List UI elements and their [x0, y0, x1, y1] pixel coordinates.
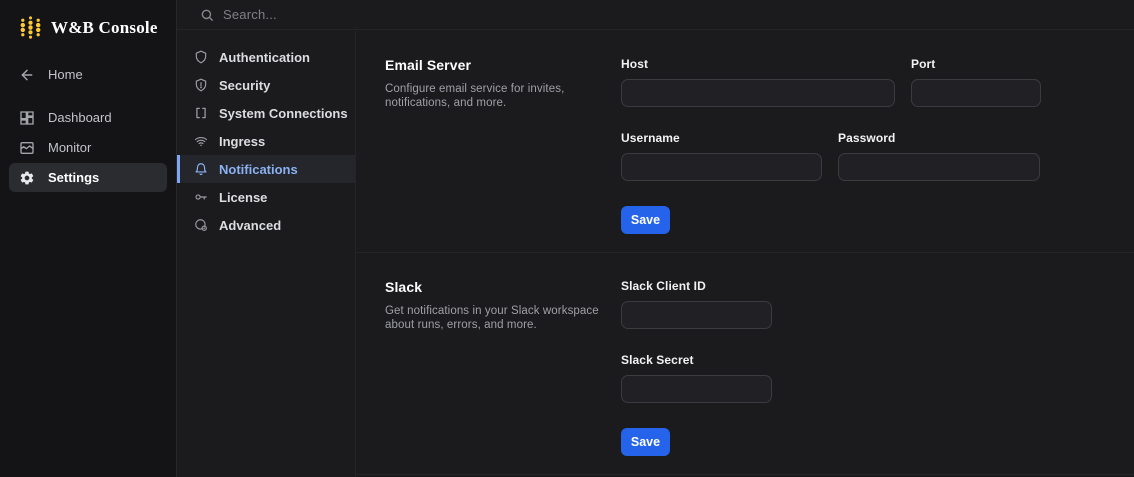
- arrow-left-icon: [18, 66, 35, 83]
- port-label: Port: [911, 57, 936, 71]
- section-title: Slack: [385, 279, 423, 295]
- host-input[interactable]: [621, 79, 895, 107]
- slack-section: Slack Get notifications in your Slack wo…: [357, 253, 1134, 475]
- main-content: Email Server Configure email service for…: [357, 31, 1134, 477]
- password-input[interactable]: [838, 153, 1040, 181]
- nav-item-label: Home: [48, 67, 83, 82]
- top-search-bar[interactable]: Search...: [177, 0, 1134, 30]
- dashboard-icon: [18, 109, 35, 126]
- email-server-info: Email Server Configure email service for…: [385, 57, 609, 110]
- bell-icon: [193, 162, 208, 177]
- nav-item-dashboard[interactable]: Dashboard: [9, 103, 167, 132]
- slack-client-id-input[interactable]: [621, 301, 772, 329]
- nav-item-label: Monitor: [48, 140, 92, 155]
- settings-nav-label: License: [219, 189, 268, 205]
- shield-icon: [193, 50, 208, 65]
- brand-title: W&B Console: [51, 17, 158, 37]
- slack-client-id-label: Slack Client ID: [621, 279, 706, 293]
- slack-secret-input[interactable]: [621, 375, 772, 403]
- section-description: Configure email service for invites, not…: [385, 83, 565, 110]
- nav-item-label: Settings: [48, 170, 100, 185]
- gear-icon: [18, 169, 35, 186]
- key-icon: [193, 190, 208, 205]
- host-label: Host: [621, 57, 649, 71]
- settings-nav-label: Advanced: [219, 217, 282, 233]
- nav-item-home[interactable]: Home: [9, 60, 167, 89]
- settings-nav-item-notifications[interactable]: Notifications: [177, 155, 355, 183]
- primary-nav: Home Dashboard Monitor Settings: [0, 60, 176, 192]
- settings-nav-label: Authentication: [219, 49, 310, 65]
- search-placeholder: Search...: [223, 7, 277, 22]
- section-description: Get notifications in your Slack workspac…: [385, 305, 599, 332]
- wandb-logo-icon: [18, 15, 43, 40]
- settings-nav-item-security[interactable]: Security: [177, 71, 355, 99]
- username-input[interactable]: [621, 153, 822, 181]
- email-server-save-button[interactable]: Save: [621, 206, 670, 234]
- search-icon: [200, 8, 214, 22]
- settings-nav-item-ingress[interactable]: Ingress: [177, 127, 355, 155]
- port-input[interactable]: [911, 79, 1041, 107]
- settings-nav: Authentication Security System Connectio…: [177, 31, 356, 477]
- settings-nav-label: Security: [219, 77, 271, 93]
- username-label: Username: [621, 131, 680, 145]
- brackets-icon: [193, 106, 208, 121]
- advanced-gear-icon: [193, 218, 208, 233]
- nav-item-label: Dashboard: [48, 110, 112, 125]
- wifi-icon: [193, 134, 208, 149]
- slack-info: Slack Get notifications in your Slack wo…: [385, 279, 609, 332]
- settings-nav-label: Notifications: [219, 161, 298, 177]
- settings-nav-label: Ingress: [219, 133, 266, 149]
- monitor-icon: [18, 139, 35, 156]
- shield-info-icon: [193, 78, 208, 93]
- slack-secret-label: Slack Secret: [621, 353, 694, 367]
- password-label: Password: [838, 131, 896, 145]
- settings-nav-item-authentication[interactable]: Authentication: [177, 43, 355, 71]
- settings-nav-item-license[interactable]: License: [177, 183, 355, 211]
- email-server-form: Host Port Username Password Save: [621, 57, 1041, 234]
- settings-nav-item-advanced[interactable]: Advanced: [177, 211, 355, 239]
- email-server-section: Email Server Configure email service for…: [357, 31, 1134, 253]
- brand: W&B Console: [0, 0, 176, 40]
- primary-sidebar: W&B Console Home Dashboard Monitor Setti…: [0, 0, 177, 477]
- settings-nav-item-system-connections[interactable]: System Connections: [177, 99, 355, 127]
- nav-item-monitor[interactable]: Monitor: [9, 133, 167, 162]
- slack-save-button[interactable]: Save: [621, 428, 670, 456]
- section-title: Email Server: [385, 57, 472, 73]
- settings-nav-label: System Connections: [219, 105, 348, 121]
- nav-item-settings[interactable]: Settings: [9, 163, 167, 192]
- slack-form: Slack Client ID Slack Secret Save: [621, 279, 772, 456]
